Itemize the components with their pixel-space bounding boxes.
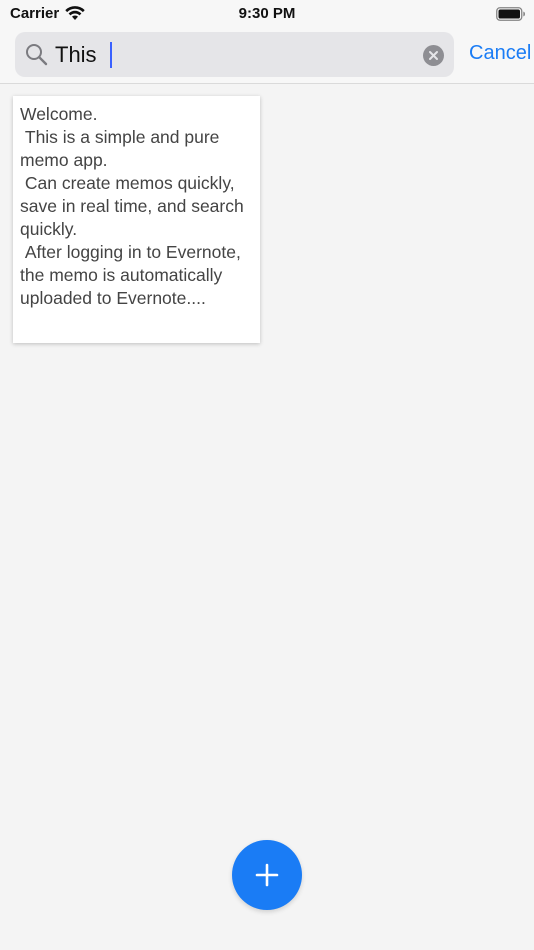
search-header: Cancel [0,28,534,84]
status-time: 9:30 PM [238,5,296,22]
add-memo-button[interactable] [232,840,302,910]
text-cursor [110,42,112,68]
status-bar: Carrier 9:30 PM [0,0,534,28]
battery-icon [496,7,526,21]
plus-icon [255,863,279,887]
search-input[interactable] [55,38,395,72]
clear-icon[interactable] [423,45,444,66]
memo-card[interactable]: Welcome. This is a simple and pure memo … [13,96,260,343]
search-icon [25,43,48,66]
search-field[interactable] [15,32,454,77]
cancel-button[interactable]: Cancel [469,42,531,65]
